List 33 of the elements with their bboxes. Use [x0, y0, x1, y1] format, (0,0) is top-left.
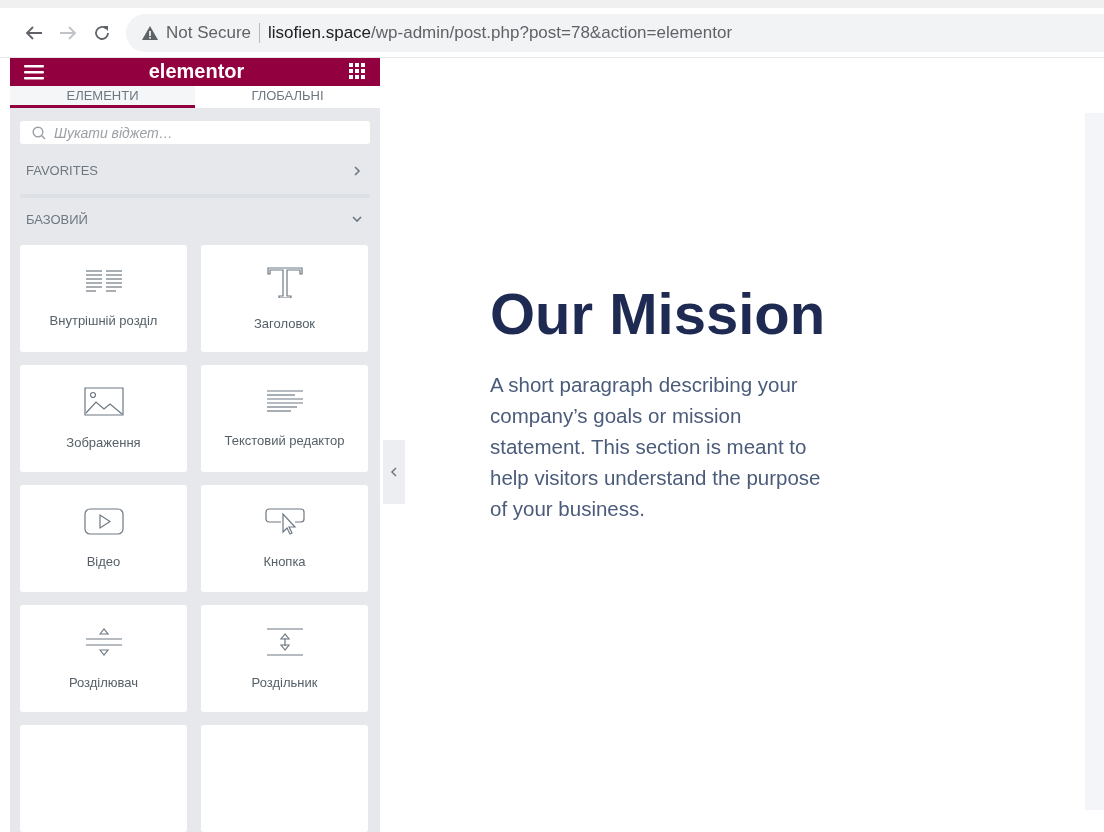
chevron-left-icon	[390, 467, 398, 477]
widget-tile[interactable]: Внутрішній розділ	[20, 245, 187, 352]
widget-tile[interactable]: Текстовий редактор	[201, 365, 368, 472]
columns-icon	[83, 269, 124, 295]
category-header[interactable]: БАЗОВИЙ	[10, 207, 380, 231]
category-title: FAVORITES	[26, 163, 98, 179]
panel-tab[interactable]: ЕЛЕМЕНТИ	[10, 85, 195, 109]
widget-tile[interactable]: Зображення	[20, 365, 187, 472]
category-header[interactable]: FAVORITES	[10, 159, 380, 183]
url-path: /wp-admin/post.php?post=78&action=elementor	[371, 22, 733, 43]
grid-icon[interactable]	[349, 63, 366, 81]
category-title: БАЗОВИЙ	[26, 211, 88, 227]
text-lines-icon	[264, 389, 305, 415]
url-host: lisofien.space	[268, 22, 372, 43]
elementor-logo: elementor	[148, 60, 245, 84]
mission-paragraph: A short paragraph describing your company’s goals or mission statement. This section is meant to help visitors understand the purpose of your business.	[490, 372, 822, 522]
widget-tile[interactable]: Заголовок	[201, 245, 368, 352]
widget-tile[interactable]: Роздільник	[201, 605, 368, 712]
address-bar[interactable]: Not Secure lisofien.space/wp-admin/post.php?post=78&action=elementor	[126, 13, 1104, 52]
play-icon	[83, 508, 124, 536]
button-cursor-icon	[264, 508, 305, 536]
page-heading: Our Mission	[490, 280, 827, 347]
menu-icon[interactable]	[24, 63, 44, 80]
divider-icon	[83, 627, 124, 657]
widget-tile[interactable]: Розділювач	[20, 605, 187, 712]
widget-tile[interactable]: Відео	[20, 485, 187, 592]
security-label: Not Secure	[166, 22, 252, 43]
image-icon	[83, 387, 124, 417]
search-icon	[32, 125, 46, 140]
widget-tile[interactable]: Кнопка	[201, 485, 368, 592]
spacer-icon	[264, 627, 305, 657]
warning-icon	[142, 25, 158, 40]
heading-icon	[264, 266, 305, 298]
